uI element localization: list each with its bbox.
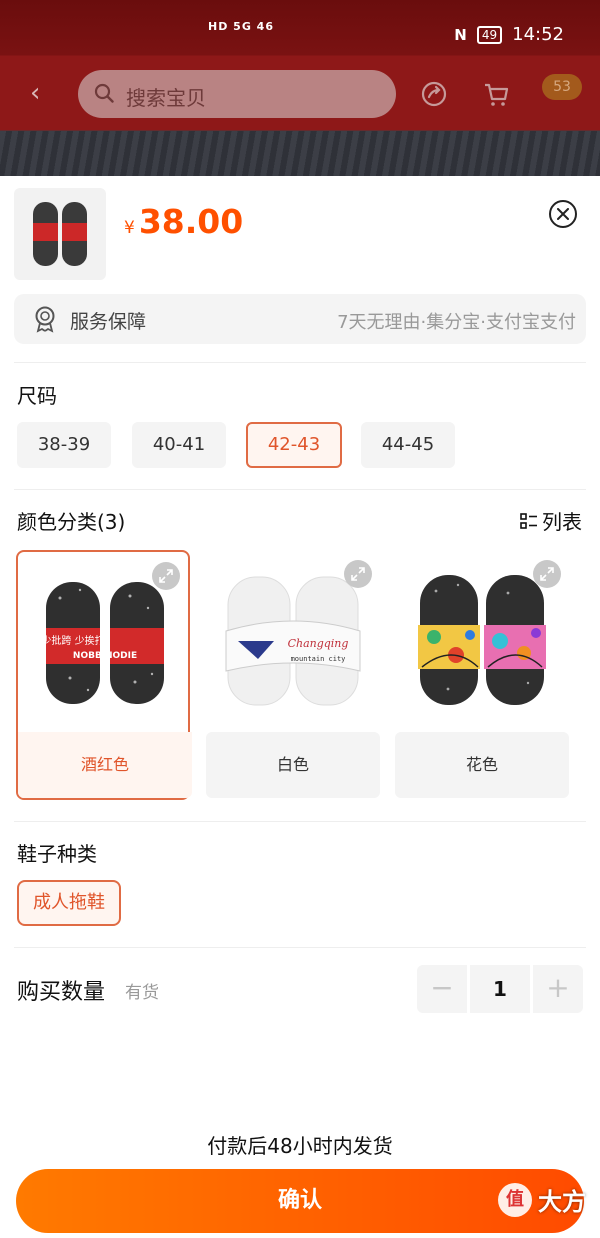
service-description: 7天无理由·集分宝·支付宝支付	[337, 312, 576, 333]
divider	[14, 947, 586, 948]
sku-selection-sheet: ¥ 38.00 服务保障 7天无理由·集分宝·支付宝支付 尺码 38-39 40…	[0, 176, 600, 1238]
list-view-toggle[interactable]: 列表	[520, 506, 582, 535]
share-icon[interactable]	[420, 80, 448, 108]
color-section-title: 颜色分类(3)	[17, 510, 126, 534]
expand-image-button[interactable]	[344, 560, 372, 588]
color-label: 花色	[395, 732, 569, 798]
print-text-script: Changqing	[288, 637, 349, 650]
size-section-title: 尺码	[17, 384, 57, 408]
clock: 14:52	[512, 24, 564, 45]
search-input[interactable]: 搜索宝贝	[78, 70, 396, 118]
size-option-40-41[interactable]: 40-41	[132, 422, 226, 468]
shoe-type-option-adult-slipper[interactable]: 成人拖鞋	[17, 880, 121, 926]
stock-status: 有货	[125, 983, 159, 1003]
search-header: ‹ 搜索宝贝 53	[0, 68, 600, 122]
close-button[interactable]	[549, 200, 577, 228]
quantity-label: 购买数量	[17, 980, 106, 1005]
color-option-floral[interactable]: 花色	[395, 550, 569, 800]
list-icon	[520, 512, 537, 529]
battery-indicator: 49	[476, 25, 503, 44]
expand-image-button[interactable]	[533, 560, 561, 588]
increase-quantity-button[interactable]: +	[533, 965, 583, 1013]
print-text-left-zh: 少批跨 少挨打	[41, 634, 104, 647]
search-placeholder: 搜索宝贝	[126, 86, 206, 110]
cart-count-badge: 53	[542, 74, 582, 100]
nfc-icon: N	[454, 25, 467, 44]
quantity-stepper: − 1 +	[417, 965, 585, 1013]
slipper-thumbnail-image	[33, 202, 87, 266]
cart-icon[interactable]	[482, 80, 510, 108]
service-guarantee-row[interactable]: 服务保障 7天无理由·集分宝·支付宝支付	[14, 294, 586, 344]
watermark-badge: 值	[498, 1182, 532, 1217]
slipper-white-image: Changqing mountain city	[225, 576, 361, 706]
quantity-value[interactable]: 1	[470, 965, 530, 1013]
expand-image-button[interactable]	[152, 562, 180, 590]
shoe-type-section-title: 鞋子种类	[17, 842, 97, 866]
back-arrow-icon[interactable]: ‹	[30, 80, 52, 106]
divider	[14, 489, 586, 490]
slipper-red-image: 少批跨 少挨打 NOBB NODIE	[41, 582, 164, 704]
expand-icon	[540, 567, 554, 581]
list-toggle-label: 列表	[542, 510, 582, 534]
print-text-latin: NOBB NODIE	[73, 651, 137, 661]
slipper-floral-image	[418, 575, 546, 705]
close-icon	[557, 208, 569, 220]
divider	[14, 362, 586, 363]
award-badge-icon	[35, 306, 55, 333]
signal-indicators: HD 5G 46	[208, 20, 274, 33]
color-option-wine-red[interactable]: 少批跨 少挨打 NOBB NODIE 酒红色	[16, 550, 192, 800]
price: ¥ 38.00	[124, 202, 243, 241]
expand-icon	[351, 567, 365, 581]
divider	[14, 821, 586, 822]
color-label: 酒红色	[18, 732, 192, 798]
size-option-38-39[interactable]: 38-39	[17, 422, 111, 468]
product-thumbnail	[14, 188, 106, 280]
watermark-logo: 值 大方	[498, 1182, 586, 1217]
print-text-sub: mountain city	[291, 655, 346, 663]
color-option-white[interactable]: Changqing mountain city 白色	[206, 550, 380, 800]
decrease-quantity-button[interactable]: −	[417, 965, 467, 1013]
expand-icon	[159, 569, 173, 583]
watermark-text: 大方	[538, 1188, 586, 1216]
service-title: 服务保障	[70, 311, 147, 333]
size-option-44-45[interactable]: 44-45	[361, 422, 455, 468]
size-option-42-43[interactable]: 42-43	[246, 422, 342, 468]
price-value: 38.00	[138, 202, 244, 241]
currency-symbol: ¥	[124, 218, 135, 238]
color-label: 白色	[206, 732, 380, 798]
background-product-image	[0, 131, 600, 176]
search-icon	[94, 83, 114, 103]
shipping-note: 付款后48小时内发货	[207, 1134, 393, 1158]
status-bar: HD 5G 46 N 49 14:52	[0, 0, 600, 56]
